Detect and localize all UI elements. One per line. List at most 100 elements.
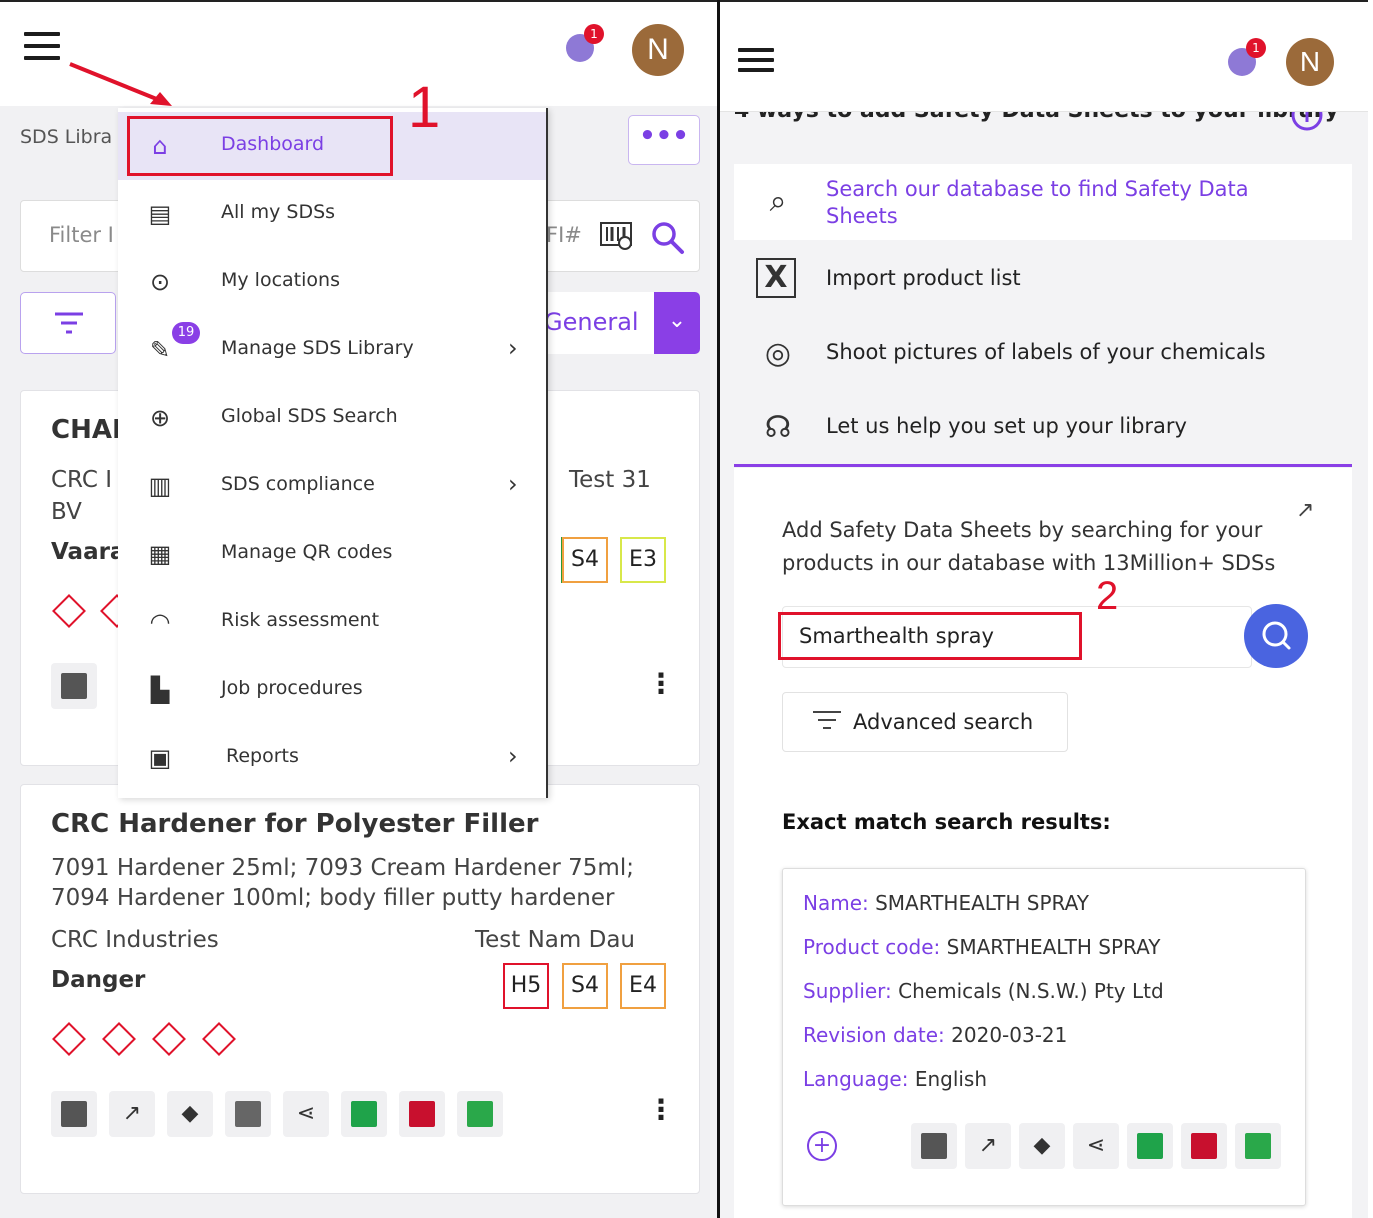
exclamation-pictogram-icon — [102, 1022, 136, 1056]
menu-item-job-procedures[interactable]: ▙ Job procedures — [118, 656, 546, 724]
option-search-database[interactable]: ⌕ Search our database to find Safety Dat… — [734, 164, 1352, 240]
annotation-step-1: 1 — [408, 75, 441, 140]
excel-icon: X — [756, 258, 796, 298]
hazard-code-e4: E4 — [620, 963, 666, 1009]
menu-item-label: Global SDS Search — [221, 405, 398, 427]
clipboard-check-icon: ▥ — [148, 472, 172, 500]
menu-item-all-my-sdss[interactable]: ▤ All my SDSs — [118, 180, 546, 248]
hazard-code-e3: E3 — [620, 537, 666, 583]
page-title: SDS Libra — [20, 126, 113, 148]
search-icon — [1262, 621, 1291, 650]
flammable-pictogram-icon — [52, 1022, 86, 1056]
annotation-arrow-icon — [69, 62, 172, 106]
share-icon[interactable]: ⋖ — [283, 1091, 329, 1137]
spill-kit-icon[interactable] — [1235, 1123, 1281, 1169]
menu-item-label: Manage SDS Library — [221, 337, 414, 359]
report-chart-icon: ▣ — [148, 744, 172, 772]
barcode-scan-icon[interactable] — [599, 221, 635, 253]
first-aid-icon[interactable] — [1127, 1123, 1173, 1169]
globe-search-icon: ⊕ — [149, 404, 171, 432]
more-options-button[interactable]: ••• — [628, 115, 700, 165]
hazard-code-h5: H5 — [503, 963, 549, 1009]
filter-button[interactable] — [20, 292, 116, 354]
search-icon[interactable] — [651, 221, 685, 255]
option-help-setup[interactable]: ☊ Let us help you set up your library — [734, 390, 1352, 466]
menu-item-label: Manage QR codes — [221, 541, 393, 563]
hierarchy-icon: ▙ — [150, 676, 170, 704]
card-more-icon[interactable]: ⋮ — [647, 667, 675, 700]
card-location: Test 31 — [569, 467, 651, 493]
card-supplier: CRC I — [51, 467, 113, 493]
hamburger-menu-icon[interactable] — [738, 48, 774, 76]
headset-icon: ☊ — [764, 410, 792, 445]
fire-safety-icon[interactable] — [1181, 1123, 1227, 1169]
card-more-icon[interactable]: ⋮ — [647, 1093, 675, 1126]
notification-badge: 1 — [584, 24, 604, 44]
menu-item-manage-sds-library[interactable]: ✎ 19 Manage SDS Library › — [118, 316, 546, 384]
chevron-down-icon[interactable]: ⌄ — [654, 292, 700, 354]
left-screen: 1 N SDS Libra ••• Filter I FI# General ⌄ — [0, 0, 717, 1218]
menu-item-label: Reports — [226, 745, 299, 767]
avatar[interactable]: N — [632, 24, 684, 76]
menu-item-label: Job procedures — [221, 677, 363, 699]
spill-kit-icon[interactable] — [457, 1091, 503, 1137]
card-description-line2: 7094 Hardener 100ml; body filler putty h… — [51, 885, 615, 911]
notification-badge: 1 — [1246, 38, 1266, 58]
chevron-right-icon: › — [508, 470, 518, 498]
card-supplier: CRC Industries — [51, 927, 219, 953]
hamburger-menu-icon[interactable] — [24, 32, 60, 60]
first-aid-icon[interactable] — [341, 1091, 387, 1137]
open-external-icon[interactable]: ↗ — [965, 1123, 1011, 1169]
share-icon[interactable]: ⋖ — [1073, 1123, 1119, 1169]
filter-lines-icon — [813, 711, 841, 729]
menu-item-sds-compliance[interactable]: ▥ SDS compliance › — [118, 452, 546, 520]
menu-item-global-sds-search[interactable]: ⊕ Global SDS Search — [118, 384, 546, 452]
search-intro-text: Add Safety Data Sheets by searching for … — [782, 518, 1276, 575]
pdf-button[interactable] — [51, 663, 97, 709]
view-select-label: General — [544, 308, 639, 336]
location-pin-icon: ⊙ — [149, 268, 171, 296]
tag-icon[interactable]: ◆ — [1019, 1123, 1065, 1169]
option-label: Search our database to find Safety Data … — [826, 177, 1249, 228]
menu-item-label: SDS compliance — [221, 473, 375, 495]
gauge-icon: ◠ — [149, 608, 171, 636]
avatar[interactable]: N — [1286, 38, 1334, 86]
search-submit-button[interactable] — [1244, 604, 1308, 668]
view-select[interactable]: General ⌄ — [540, 292, 700, 354]
sds-file-icon: ▤ — [148, 200, 172, 228]
pdf-button[interactable] — [51, 1091, 97, 1137]
navigation-menu: ⌂ Dashboard ▤ All my SDSs ⊙ My locations… — [118, 108, 548, 798]
menu-item-manage-qr-codes[interactable]: ▦ Manage QR codes — [118, 520, 546, 588]
filter-placeholder: Filter I — [49, 223, 114, 247]
section-divider — [734, 464, 1352, 467]
sds-card-2[interactable]: CRC Hardener for Polyester Filler 7091 H… — [20, 784, 700, 1194]
notification-icon[interactable]: 1 — [1226, 38, 1266, 78]
card-title: CHAI — [51, 415, 122, 445]
card-signal-word: Danger — [51, 967, 146, 993]
right-top-bar: 1 N — [720, 2, 1368, 112]
search-result-card[interactable]: Name: SMARTHEALTH SPRAY Product code: SM… — [782, 868, 1306, 1206]
open-external-icon[interactable]: ↗ — [109, 1091, 155, 1137]
fire-safety-icon[interactable] — [399, 1091, 445, 1137]
tag-icon[interactable]: ◆ — [167, 1091, 213, 1137]
log-icon[interactable] — [225, 1091, 271, 1137]
hazard-code-s4: S4 — [562, 537, 608, 583]
menu-item-risk-assessment[interactable]: ◠ Risk assessment — [118, 588, 546, 656]
flammable-pictogram-icon — [52, 594, 86, 628]
camera-icon: ◎ — [764, 336, 792, 371]
menu-item-reports[interactable]: ▣ Reports › — [118, 724, 546, 792]
pdf-button[interactable] — [911, 1123, 957, 1169]
count-badge: 19 — [172, 322, 200, 344]
environment-pictogram-icon — [202, 1022, 236, 1056]
advanced-search-button[interactable]: Advanced search — [782, 692, 1068, 752]
option-shoot-pictures[interactable]: ◎ Shoot pictures of labels of your chemi… — [734, 316, 1352, 392]
card-supplier-line2: BV — [51, 499, 82, 525]
result-product-code: Product code: SMARTHEALTH SPRAY — [803, 935, 1161, 959]
result-language: Language: English — [803, 1067, 988, 1091]
result-name: Name: SMARTHEALTH SPRAY — [803, 891, 1089, 915]
notification-icon[interactable]: 1 — [564, 24, 604, 64]
menu-item-my-locations[interactable]: ⊙ My locations — [118, 248, 546, 316]
option-import-product-list[interactable]: X Import product list — [734, 242, 1352, 318]
add-to-library-icon[interactable]: + — [807, 1131, 837, 1161]
menu-item-label: My locations — [221, 269, 340, 291]
